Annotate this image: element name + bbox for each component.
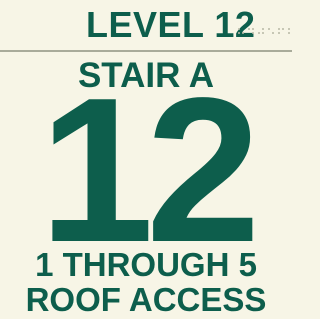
sign-header: LEVEL 12	[0, 0, 292, 52]
level-label: LEVEL 12	[86, 4, 256, 45]
roof-access-label: ROOF ACCESS	[25, 281, 267, 318]
floor-range: 1 THROUGH 5	[35, 246, 257, 283]
stair-sign: LEVEL 12 STAIR A 12 1 THROUGH 5 ROOF ACC…	[0, 0, 292, 318]
braille-icon	[236, 26, 292, 38]
floor-number: 12	[39, 55, 260, 285]
